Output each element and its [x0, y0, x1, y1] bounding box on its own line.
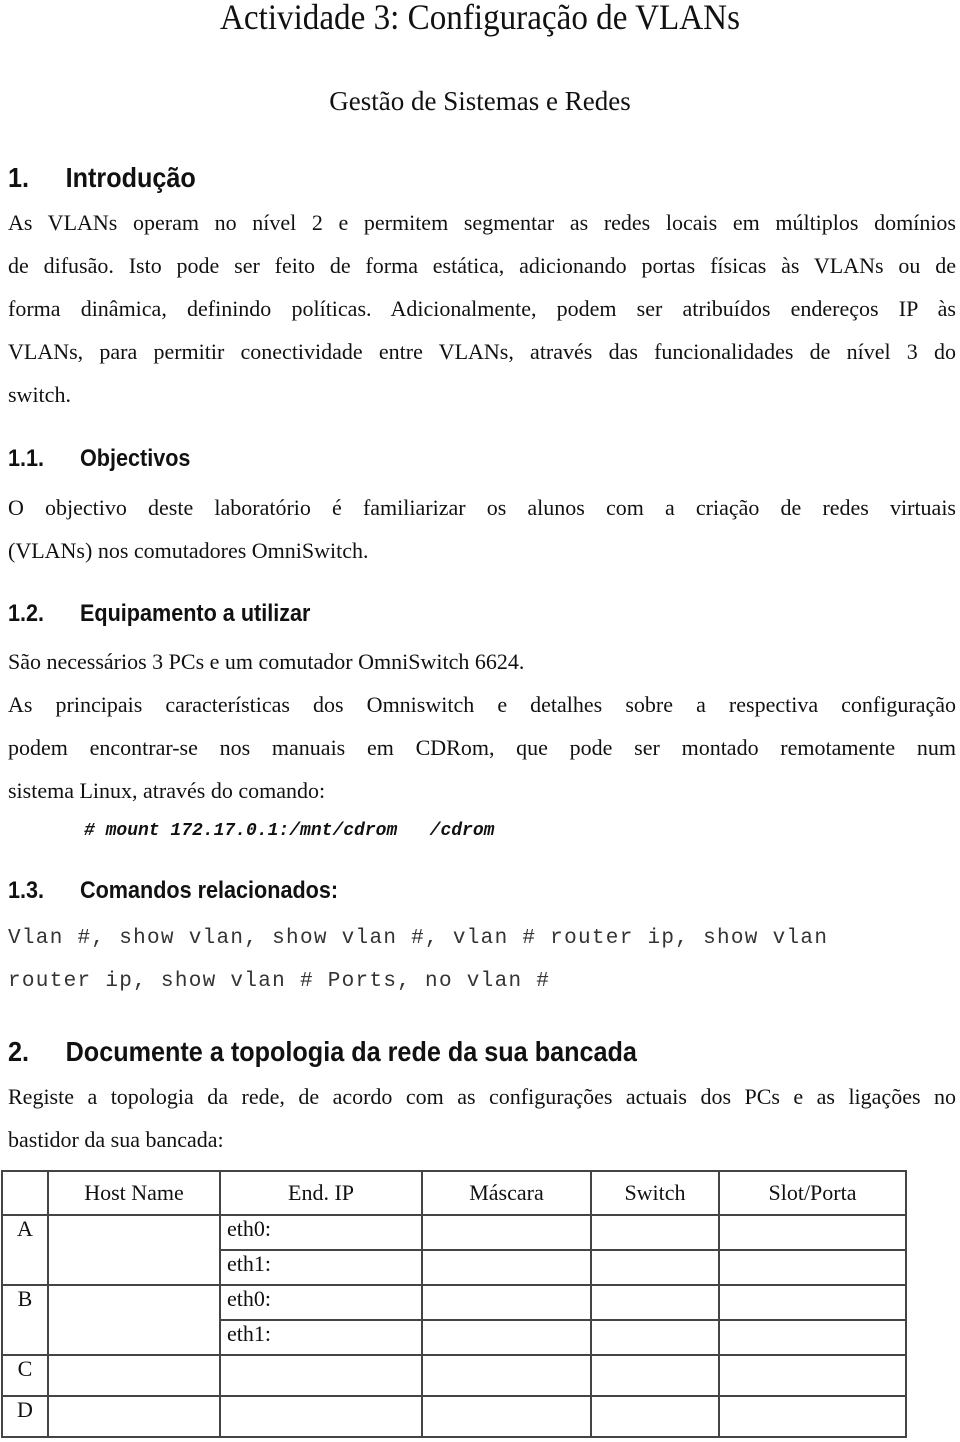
paragraph-line: bastidor da sua bancada: — [8, 1127, 224, 1152]
command-list-line: Vlan #, show vlan, show vlan #, vlan # r… — [8, 927, 829, 950]
mask-cell[interactable] — [421, 1354, 592, 1397]
paragraph-line: forma dinâmica, definindo políticas. Adi… — [8, 296, 956, 321]
switch-cell[interactable] — [590, 1284, 720, 1321]
paragraph-line: São necessários 3 PCs e um comutador Omn… — [8, 649, 525, 674]
section-title: Documente a topologia da rede da sua ban… — [65, 1036, 637, 1067]
ip-cell[interactable] — [219, 1395, 423, 1438]
slot-port-cell[interactable] — [718, 1395, 907, 1438]
switch-cell[interactable] — [590, 1395, 720, 1438]
switch-cell[interactable] — [590, 1214, 720, 1251]
ip-cell[interactable] — [219, 1354, 423, 1397]
slot-port-cell[interactable] — [718, 1319, 907, 1356]
host-name-cell[interactable] — [47, 1284, 221, 1356]
paragraph-line: sistema Linux, através do comando: — [8, 778, 326, 803]
header-cell-switch: Switch — [590, 1170, 720, 1216]
slot-port-cell[interactable] — [718, 1214, 907, 1251]
table-row: B eth0: — [1, 1284, 907, 1356]
header-cell-mask: Máscara — [421, 1170, 592, 1216]
slot-port-cell[interactable] — [718, 1284, 907, 1321]
paragraph-line: As principais características dos Omnisw… — [8, 692, 956, 717]
paragraph-line: O objectivo deste laboratório é familiar… — [8, 495, 956, 520]
topology-table: Host Name End. IP Máscara Switch Slot/Po… — [1, 1170, 907, 1438]
document-title: Actividade 3: Configuração de VLANs — [219, 0, 740, 37]
paragraph-line: As VLANs operam no nível 2 e permitem se… — [8, 210, 956, 235]
section-heading-introducao: 1. Introdução — [8, 162, 196, 194]
header-cell-host-name: Host Name — [47, 1170, 221, 1216]
header-cell-ip: End. IP — [219, 1170, 423, 1216]
table-row: C — [1, 1354, 907, 1397]
row-label: D — [1, 1395, 49, 1438]
host-name-cell[interactable] — [47, 1214, 221, 1286]
slot-port-cell[interactable] — [718, 1354, 907, 1397]
row-label: B — [1, 1284, 49, 1356]
section-heading-topologia: 2. Documente a topologia da rede da sua b… — [8, 1036, 637, 1068]
paragraph-line: de difusão. Isto pode ser feito de forma… — [8, 253, 956, 278]
command-list-line: router ip, show vlan # Ports, no vlan # — [8, 970, 551, 993]
header-cell-slot-port: Slot/Porta — [718, 1170, 907, 1216]
section-heading-objectivos: 1.1. Objectivos — [8, 445, 190, 473]
paragraph-line: Registe a topologia da rede, de acordo c… — [8, 1084, 956, 1109]
ip-cell[interactable]: eth1: — [219, 1249, 423, 1286]
section-title: Comandos relacionados: — [80, 877, 339, 904]
section-title: Introdução — [65, 162, 196, 193]
host-name-cell[interactable] — [47, 1354, 221, 1397]
section-number: 1.3. — [8, 877, 45, 904]
paragraph-line: podem encontrar-se nos manuais em CDRom,… — [8, 735, 956, 760]
document-subtitle: Gestão de Sistemas e Redes — [329, 86, 631, 116]
mask-cell[interactable] — [421, 1319, 592, 1356]
ip-cell[interactable]: eth1: — [219, 1319, 423, 1356]
mask-cell[interactable] — [421, 1284, 592, 1321]
row-label: C — [1, 1354, 49, 1397]
slot-port-cell[interactable] — [718, 1249, 907, 1286]
row-label: A — [1, 1214, 49, 1286]
section-heading-equipamento: 1.2. Equipamento a utilizar — [8, 600, 310, 628]
section-number: 1. — [8, 162, 30, 193]
host-name-cell[interactable] — [47, 1395, 221, 1438]
header-cell — [1, 1170, 49, 1216]
table-row: D — [1, 1395, 907, 1438]
section-number: 2. — [8, 1036, 30, 1067]
mount-command: # mount 172.17.0.1:/mnt/cdrom /cdrom — [84, 821, 495, 841]
section-number: 1.2. — [8, 600, 45, 627]
paragraph-line: (VLANs) nos comutadores OmniSwitch. — [8, 538, 369, 563]
section-title: Objectivos — [80, 445, 191, 472]
paragraph-line: VLANs, para permitir conectividade entre… — [8, 339, 956, 364]
section-number: 1.1. — [8, 445, 45, 472]
section-title: Equipamento a utilizar — [80, 600, 311, 627]
paragraph-line: switch. — [8, 382, 71, 407]
switch-cell[interactable] — [590, 1249, 720, 1286]
switch-cell[interactable] — [590, 1319, 720, 1356]
table-row: A eth0: — [1, 1214, 907, 1286]
switch-cell[interactable] — [590, 1354, 720, 1397]
section-heading-comandos: 1.3. Comandos relacionados: — [8, 877, 338, 905]
mask-cell[interactable] — [421, 1214, 592, 1251]
ip-cell[interactable]: eth0: — [219, 1214, 423, 1251]
ip-cell[interactable]: eth0: — [219, 1284, 423, 1321]
mask-cell[interactable] — [421, 1249, 592, 1286]
mask-cell[interactable] — [421, 1395, 592, 1438]
table-header-row: Host Name End. IP Máscara Switch Slot/Po… — [1, 1170, 907, 1216]
